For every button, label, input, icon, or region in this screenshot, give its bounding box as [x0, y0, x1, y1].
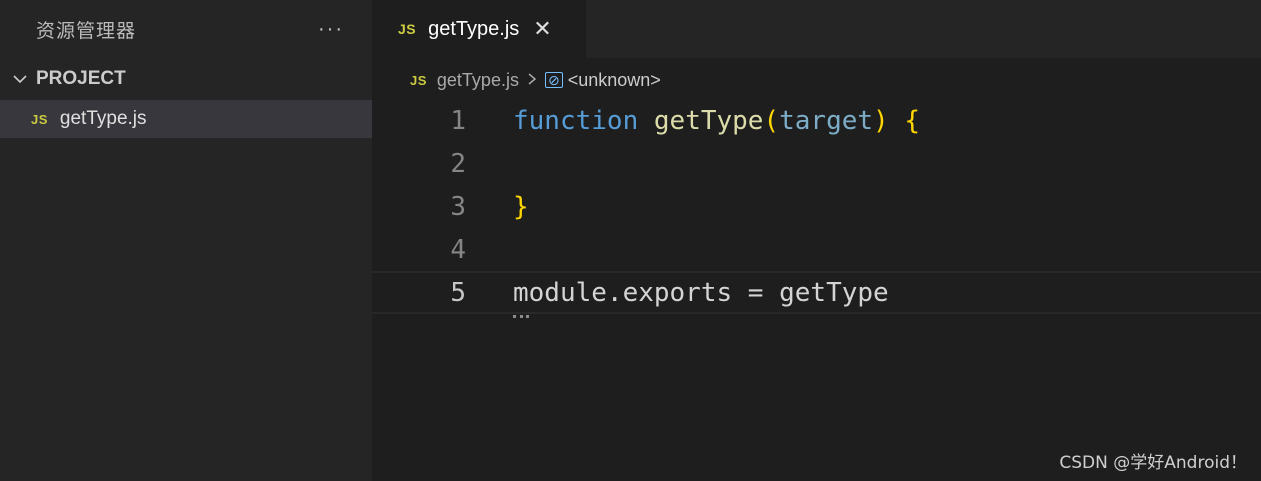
editor-area: JS getType.js ✕ JS getType.js ⊘ <unknown…: [372, 0, 1261, 481]
chevron-right-icon: [527, 70, 537, 91]
line-number: 3: [450, 191, 466, 222]
more-actions-icon[interactable]: ···: [318, 18, 344, 41]
line-number: 5: [450, 277, 466, 308]
file-item-gettype[interactable]: JS getType.js: [0, 100, 372, 138]
line-number: 2: [450, 148, 466, 179]
code-line: 1 function getType(target) {: [372, 99, 1261, 142]
file-name: getType.js: [59, 108, 147, 129]
chevron-down-icon[interactable]: [10, 69, 30, 89]
explorer-header: 资源管理器 ···: [0, 0, 372, 58]
symbol-variable-icon: ⊘: [544, 72, 563, 88]
code-text: module.exports = getType: [513, 277, 889, 308]
close-icon[interactable]: ✕: [533, 18, 551, 40]
breadcrumb: JS getType.js ⊘ <unknown>: [372, 58, 1261, 102]
code-line: 2: [372, 142, 1261, 185]
code-text: }: [513, 191, 529, 222]
code-line: 4: [372, 228, 1261, 271]
tab-gettype[interactable]: JS getType.js ✕: [372, 0, 586, 58]
explorer-title: 资源管理器: [36, 19, 137, 42]
js-file-icon: JS: [410, 72, 427, 88]
code-line: 3 }: [372, 185, 1261, 228]
hint-squiggle: [513, 311, 529, 318]
project-folder[interactable]: PROJECT: [0, 58, 372, 100]
tab-label: getType.js: [428, 17, 520, 40]
code-line-current: 5 module.exports = getType: [372, 271, 1261, 318]
line-number: 1: [450, 105, 466, 136]
breadcrumb-symbol[interactable]: <unknown>: [568, 70, 661, 91]
js-file-icon: JS: [398, 21, 417, 37]
project-label: PROJECT: [36, 68, 126, 89]
code-text: function getType(target) {: [513, 105, 921, 136]
explorer-sidebar: 资源管理器 ··· PROJECT JS getType.js: [0, 0, 372, 481]
breadcrumb-file[interactable]: getType.js: [437, 70, 519, 91]
code-editor[interactable]: 1 function getType(target) { 2 3 } 4 5 m…: [372, 99, 1261, 318]
js-file-icon: JS: [31, 111, 48, 127]
tab-bar: JS getType.js ✕: [372, 0, 1261, 58]
line-number: 4: [450, 234, 466, 265]
watermark: CSDN @学好Android！: [1059, 453, 1247, 473]
